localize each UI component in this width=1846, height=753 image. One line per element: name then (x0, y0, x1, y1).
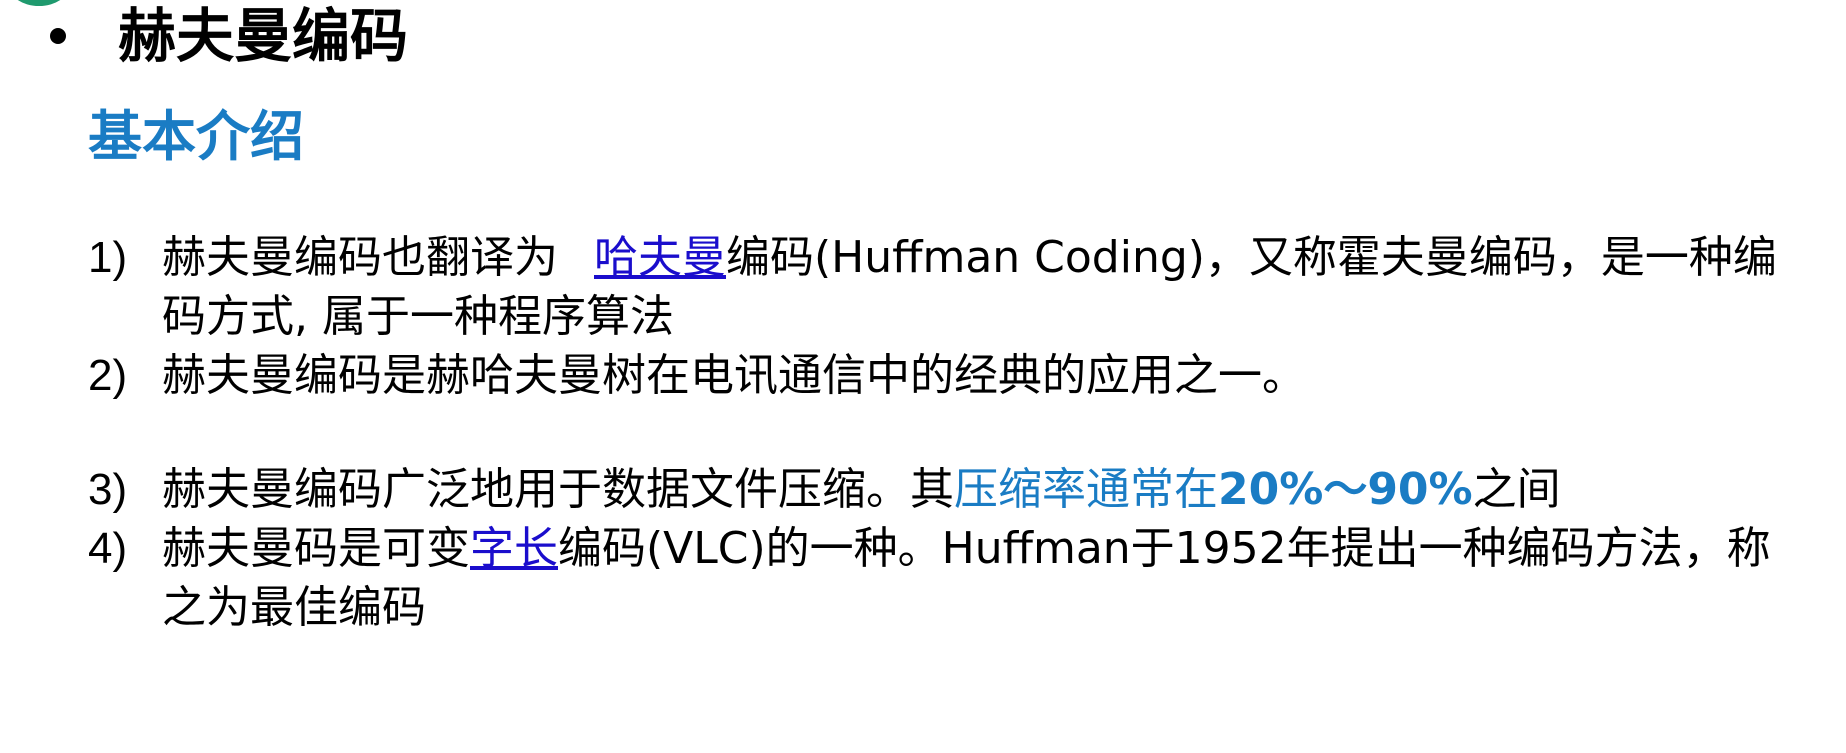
heading-row: 赫夫曼编码 (50, 0, 408, 72)
item-number: 1) (88, 233, 128, 282)
compression-rate-value: 20%～90% (1218, 464, 1473, 515)
list-item-1: 1) 赫夫曼编码也翻译为 哈夫曼编码(Huffman Coding)，又称霍夫曼… (88, 228, 1818, 346)
item-text-before: 赫夫曼码是可变 (162, 523, 470, 574)
item-text-after: 之间 (1472, 464, 1561, 515)
item-number: 3) (88, 465, 128, 514)
section-title: 基本介绍 (88, 105, 304, 168)
item-text-before: 赫夫曼编码也翻译为 (162, 232, 572, 283)
item-text: 赫夫曼码是可变字长编码(VLC)的一种。Huffman于1952年提出一种编码方… (162, 519, 1812, 637)
link-hafuman[interactable]: 哈夫曼 (572, 232, 726, 283)
link-zichang[interactable]: 字长 (470, 523, 558, 574)
list-item-2: 2) 赫夫曼编码是赫哈夫曼树在电讯通信中的经典的应用之一。 (88, 346, 1818, 405)
link-text: 哈夫曼 (594, 232, 726, 283)
item-text: 赫夫曼编码是赫哈夫曼树在电讯通信中的经典的应用之一。 (162, 350, 1306, 401)
item-number: 4) (88, 524, 128, 573)
item-text: 赫夫曼编码也翻译为 哈夫曼编码(Huffman Coding)，又称霍夫曼编码，… (162, 228, 1812, 346)
list-item-3: 3) 赫夫曼编码广泛地用于数据文件压缩。其压缩率通常在20%～90%之间 (88, 460, 1818, 519)
slide: { "heading": { "title": "赫夫曼编码" }, "sect… (0, 0, 1846, 753)
item-text: 赫夫曼编码广泛地用于数据文件压缩。其压缩率通常在20%～90%之间 (162, 460, 1812, 519)
compression-rate-label: 压缩率通常在 (954, 464, 1218, 515)
item-text-before: 赫夫曼编码广泛地用于数据文件压缩。其 (162, 464, 954, 515)
item-number: 2) (88, 351, 128, 400)
numbered-list: 1) 赫夫曼编码也翻译为 哈夫曼编码(Huffman Coding)，又称霍夫曼… (88, 228, 1818, 637)
bullet-icon (50, 28, 66, 44)
list-item-4: 4) 赫夫曼码是可变字长编码(VLC)的一种。Huffman于1952年提出一种… (88, 519, 1818, 637)
page-title: 赫夫曼编码 (118, 2, 409, 70)
